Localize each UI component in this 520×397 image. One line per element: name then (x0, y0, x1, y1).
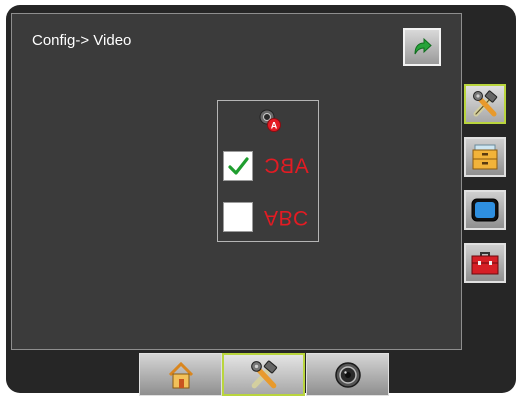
svg-text:A: A (271, 121, 278, 131)
flip-checkbox[interactable] (223, 202, 253, 232)
side-tab-toolbox[interactable] (464, 243, 506, 283)
mirror-checkbox[interactable] (223, 151, 253, 181)
camera-icon (334, 361, 361, 388)
toolbox-icon (471, 252, 499, 275)
home-icon (168, 361, 193, 388)
camera-a-icon: A (259, 109, 281, 132)
tools-icon (250, 360, 277, 388)
mirror-option-label: ABC (264, 155, 309, 178)
bottom-tab-setup[interactable] (222, 353, 305, 396)
side-tab-display[interactable] (464, 190, 506, 230)
bottom-tab-camera[interactable] (306, 353, 389, 396)
display-icon (471, 198, 499, 222)
flip-option-label: ABC (264, 206, 309, 229)
side-tab-data[interactable] (464, 137, 506, 177)
back-arrow-icon (414, 37, 432, 55)
bottom-tab-home[interactable] (139, 353, 222, 396)
page-title: Config-> Video (32, 32, 132, 49)
back-button[interactable] (403, 28, 441, 66)
side-tab-setup[interactable] (464, 84, 506, 124)
file-cabinet-icon (472, 144, 498, 170)
video-orientation-box: A ABC ABC (217, 100, 319, 242)
checkmark-icon (228, 157, 249, 175)
tools-icon (473, 90, 498, 117)
main-panel: Config-> Video A ABC ABC (11, 13, 462, 350)
